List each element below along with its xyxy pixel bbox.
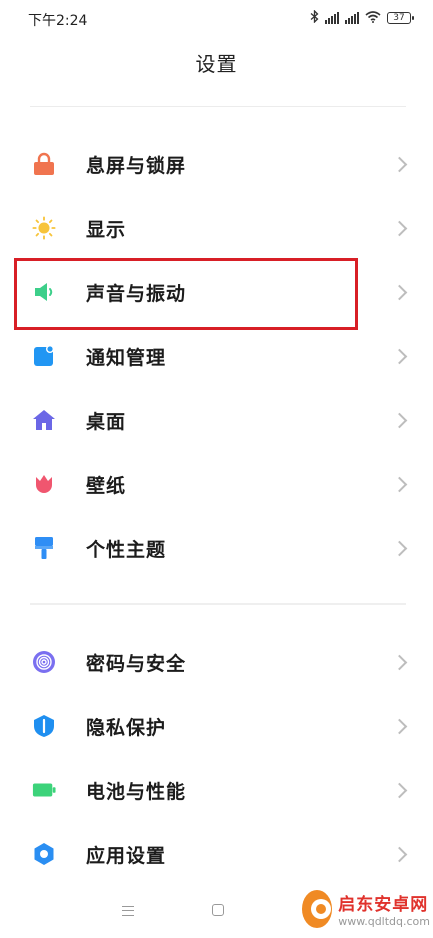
highlight-box: [14, 258, 358, 330]
settings-item-app-settings[interactable]: 应用设置: [0, 822, 433, 886]
settings-item-label: 显示: [86, 218, 127, 241]
signal-icon: [325, 12, 339, 24]
settings-item-label: 桌面: [86, 410, 127, 433]
settings-item-password-security[interactable]: 密码与安全: [0, 630, 433, 694]
tulip-icon: [32, 472, 56, 496]
watermark-text: 启东安卓网 www.qdltdq.com: [338, 890, 430, 928]
settings-item-label: 个性主题: [86, 538, 167, 561]
bluetooth-icon: [310, 9, 319, 26]
settings-item-lock-screen[interactable]: 息屏与锁屏: [0, 132, 433, 196]
lock-icon: [32, 152, 56, 176]
section-divider: [30, 603, 406, 605]
watermark-title: 启东安卓网: [338, 895, 429, 915]
settings-item-label: 隐私保护: [86, 716, 167, 739]
watermark-url: www.qdltdq.com: [338, 915, 430, 928]
settings-item-label: 息屏与锁屏: [86, 154, 187, 177]
watermark-logo-icon: [302, 890, 333, 928]
chevron-right-icon: [391, 348, 408, 364]
settings-item-label: 密码与安全: [86, 652, 187, 675]
brush-icon: [32, 536, 56, 560]
battery-indicator: 37: [387, 12, 414, 24]
chevron-right-icon: [391, 540, 408, 556]
gear-icon: [32, 842, 56, 866]
chevron-right-icon: [391, 782, 408, 798]
status-icons: 37: [310, 9, 414, 26]
chevron-right-icon: [391, 220, 408, 236]
chevron-right-icon: [391, 654, 408, 670]
battery-icon: [32, 778, 56, 802]
settings-item-themes[interactable]: 个性主题: [0, 516, 433, 580]
settings-item-wallpaper[interactable]: 壁纸: [0, 452, 433, 516]
chevron-right-icon: [391, 476, 408, 492]
home-button-icon[interactable]: [212, 904, 224, 916]
settings-item-label: 通知管理: [86, 346, 167, 369]
menu-icon[interactable]: [122, 906, 134, 916]
settings-item-label: 应用设置: [86, 844, 167, 867]
chevron-right-icon: [391, 846, 408, 862]
settings-item-battery[interactable]: 电池与性能: [0, 758, 433, 822]
status-time: 下午2:24: [28, 13, 88, 29]
settings-item-label: 电池与性能: [86, 780, 187, 803]
fingerprint-icon: [32, 650, 56, 674]
signal-icon-2: [345, 12, 359, 24]
settings-item-desktop[interactable]: 桌面: [0, 388, 433, 452]
settings-item-notifications[interactable]: 通知管理: [0, 324, 433, 388]
wifi-icon: [365, 10, 381, 26]
chevron-right-icon: [391, 412, 408, 428]
settings-item-display[interactable]: 显示: [0, 196, 433, 260]
chevron-right-icon: [391, 156, 408, 172]
notification-icon: [32, 344, 56, 368]
settings-item-privacy[interactable]: 隐私保护: [0, 694, 433, 758]
chevron-right-icon: [391, 284, 408, 300]
sun-icon: [32, 216, 56, 240]
page-title: 设置: [195, 52, 238, 76]
status-bar: 下午2:24 37: [0, 0, 433, 38]
shield-icon: [32, 714, 56, 738]
home-icon: [32, 408, 56, 432]
chevron-right-icon: [391, 718, 408, 734]
watermark: 启东安卓网 www.qdltdq.com: [302, 884, 430, 934]
divider: [30, 106, 406, 107]
settings-item-label: 壁纸: [86, 474, 127, 497]
